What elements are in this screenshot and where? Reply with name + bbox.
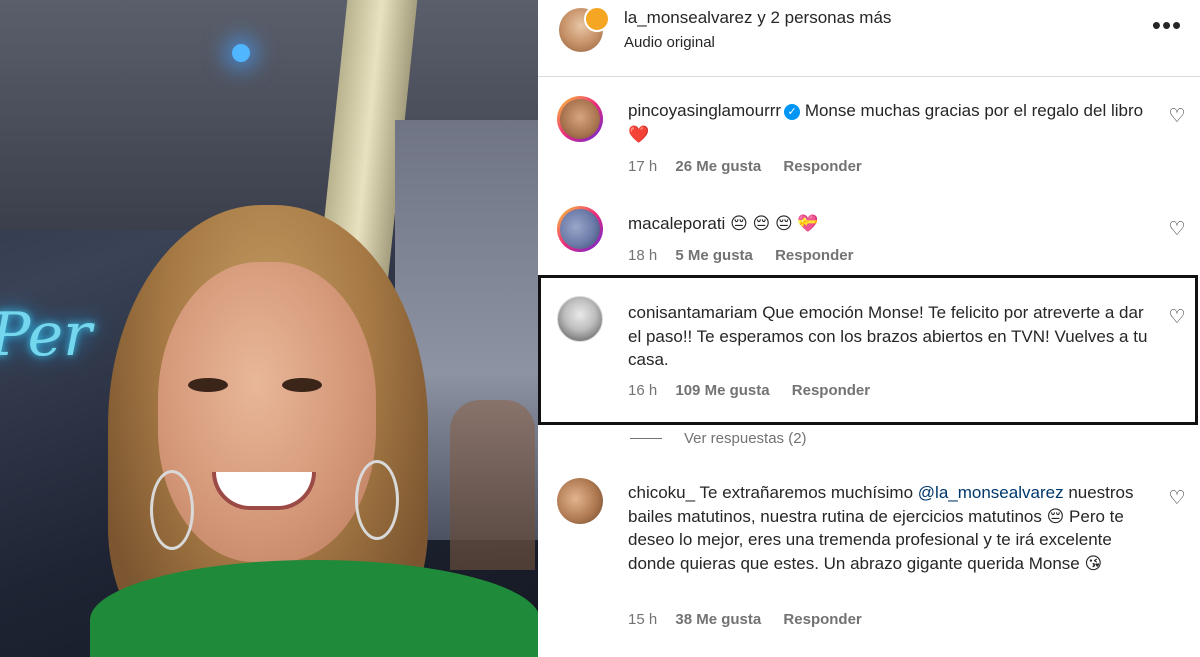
avatar[interactable] xyxy=(557,296,603,342)
left-earring xyxy=(150,470,194,550)
comment-meta: 15 h 38 Me gusta Responder xyxy=(628,611,862,628)
replies-divider xyxy=(630,438,662,439)
avatar[interactable] xyxy=(557,206,603,252)
comment-time: 18 h xyxy=(628,247,658,264)
ceiling-light xyxy=(232,44,250,62)
avatar[interactable] xyxy=(557,96,603,142)
comments-panel: la_monsealvarez y 2 personas más Audio o… xyxy=(538,0,1200,657)
comment-likes[interactable]: 5 Me gusta xyxy=(675,247,753,264)
story-badge-icon xyxy=(584,6,610,32)
post-header: la_monsealvarez y 2 personas más Audio o… xyxy=(538,0,1200,77)
post-author[interactable]: la_monsealvarez y 2 personas más xyxy=(624,8,891,28)
comment-text: pincoyasinglamourrr ✓ Monse muchas gracia… xyxy=(628,99,1148,146)
heart-outline-icon[interactable]: ♡ xyxy=(1167,308,1187,328)
heart-outline-icon[interactable]: ♡ xyxy=(1167,107,1187,127)
view-replies-label[interactable]: Ver respuestas (2) xyxy=(684,430,807,447)
comment-time: 17 h xyxy=(628,158,658,175)
video-frame[interactable]: Per xyxy=(0,0,538,657)
comment-text: macaleporati 😔 😔 😔 💝 xyxy=(628,212,1148,236)
heart-outline-icon[interactable]: ♡ xyxy=(1167,220,1187,240)
reply-button[interactable]: Responder xyxy=(783,158,861,175)
reply-button[interactable]: Responder xyxy=(783,611,861,628)
reply-button[interactable]: Responder xyxy=(775,247,853,264)
comment-time: 15 h xyxy=(628,611,658,628)
comment-meta: 16 h 109 Me gusta Responder xyxy=(628,382,870,399)
comment-likes[interactable]: 38 Me gusta xyxy=(675,611,761,628)
comment-text: conisantamariam Que emoción Monse! Te fe… xyxy=(628,301,1148,372)
comment-meta: 17 h 26 Me gusta Responder xyxy=(628,158,862,175)
comment-body: Te extrañaremos muchísimo xyxy=(699,483,914,502)
avatar[interactable] xyxy=(557,478,603,524)
comment-text: chicoku_ Te extrañaremos muchísimo @la_m… xyxy=(628,481,1148,575)
right-earring xyxy=(355,460,399,540)
right-eye xyxy=(282,378,322,392)
comment-username[interactable]: macaleporati xyxy=(628,214,725,233)
heart-emoji: ❤️ xyxy=(628,124,650,144)
mention-link[interactable]: @la_monsealvarez xyxy=(918,483,1064,502)
comment-username[interactable]: pincoyasinglamourrr xyxy=(628,101,781,120)
comment-body: 😔 😔 😔 💝 xyxy=(730,214,819,233)
verified-badge-icon: ✓ xyxy=(784,104,801,120)
comment-username[interactable]: conisantamariam xyxy=(628,303,757,322)
comment-username[interactable]: chicoku_ xyxy=(628,483,695,502)
background-people xyxy=(450,400,535,570)
more-options-icon[interactable]: ••• xyxy=(1150,12,1184,40)
comment-time: 16 h xyxy=(628,382,658,399)
reply-button[interactable]: Responder xyxy=(792,382,870,399)
comment-likes[interactable]: 109 Me gusta xyxy=(675,382,769,399)
view-replies-button[interactable]: Ver respuestas (2) xyxy=(630,430,807,447)
heart-outline-icon[interactable]: ♡ xyxy=(1167,489,1187,509)
audio-label[interactable]: Audio original xyxy=(624,34,715,51)
comment-meta: 18 h 5 Me gusta Responder xyxy=(628,247,853,264)
left-eye xyxy=(188,378,228,392)
comment-likes[interactable]: 26 Me gusta xyxy=(675,158,761,175)
comment-body: Monse muchas gracias por el regalo del l… xyxy=(804,101,1144,120)
